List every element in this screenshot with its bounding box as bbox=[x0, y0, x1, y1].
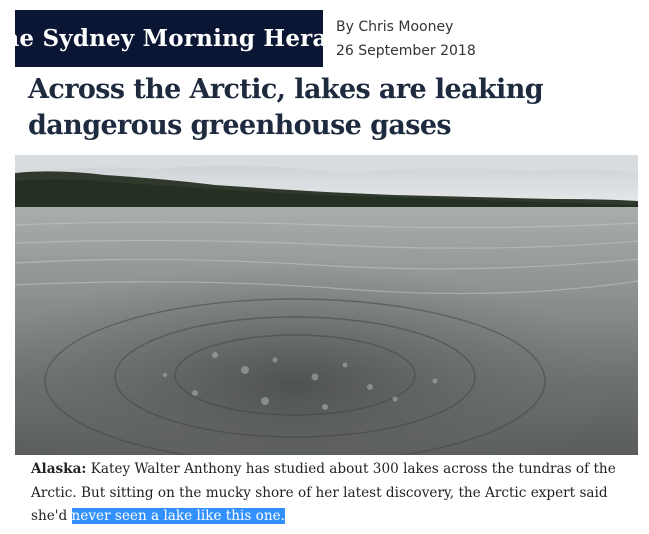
author: By Chris Mooney bbox=[336, 19, 454, 35]
byline: By Chris Mooney 26 September 2018 bbox=[336, 15, 476, 63]
masthead-logo[interactable]: The Sydney Morning Herald bbox=[0, 10, 353, 67]
article-headline: Across the Arctic, lakes are leaking dan… bbox=[28, 74, 544, 141]
caption-selected-text: never seen a lake like this one. bbox=[71, 508, 285, 524]
caption-location: Alaska: bbox=[31, 461, 87, 477]
article-photo bbox=[15, 155, 638, 455]
publish-date: 26 September 2018 bbox=[336, 43, 476, 59]
photo-caption: Alaska: Katey Walter Anthony has studied… bbox=[31, 458, 637, 529]
masthead-title: The Sydney Morning Herald bbox=[0, 25, 353, 52]
